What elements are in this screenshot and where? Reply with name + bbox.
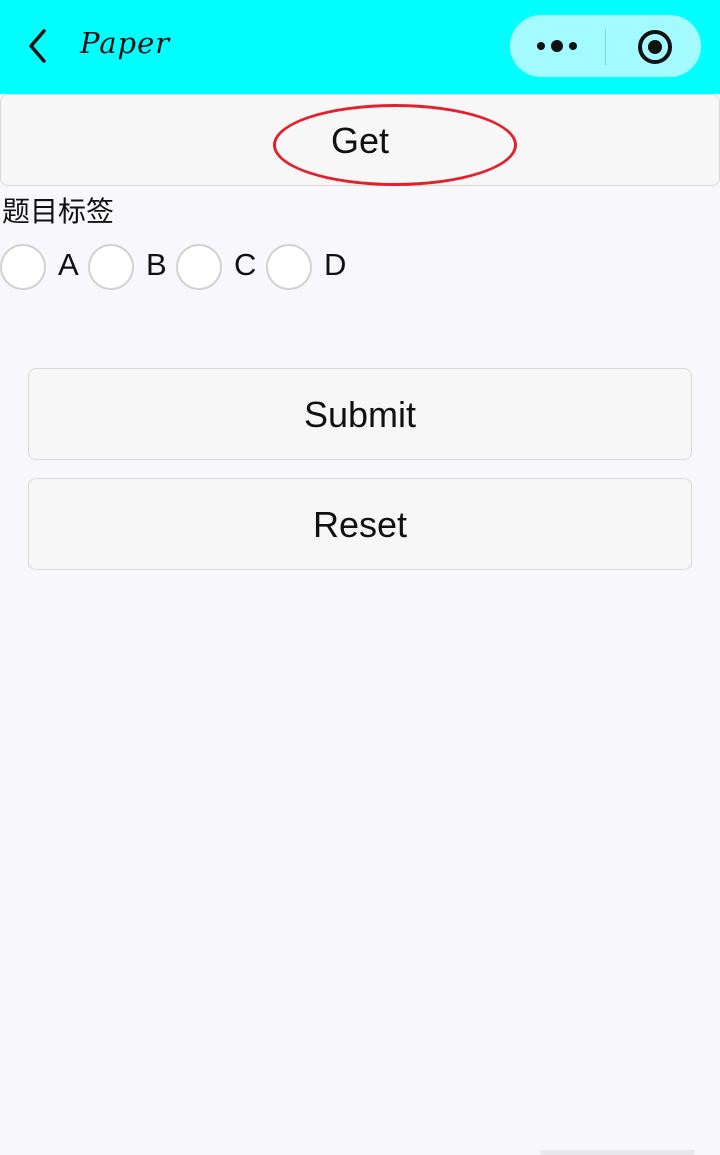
menu-capsule bbox=[510, 15, 701, 77]
navigation-bar: Paper bbox=[0, 0, 720, 94]
radio-label: D bbox=[324, 247, 347, 282]
reset-button[interactable]: Reset bbox=[28, 478, 692, 570]
home-indicator bbox=[540, 1150, 695, 1155]
radio-label: B bbox=[146, 247, 167, 282]
radio-circle[interactable] bbox=[266, 244, 312, 290]
radio-circle[interactable] bbox=[88, 244, 134, 290]
radio-circle[interactable] bbox=[176, 244, 222, 290]
close-target-icon bbox=[638, 30, 672, 64]
radio-label: C bbox=[234, 247, 257, 282]
radio-label: A bbox=[58, 247, 79, 282]
more-dots-icon bbox=[537, 40, 577, 52]
submit-button[interactable]: Submit bbox=[28, 368, 692, 460]
more-button[interactable] bbox=[510, 15, 605, 77]
close-button[interactable] bbox=[606, 15, 701, 77]
back-button[interactable] bbox=[22, 26, 58, 66]
page-title: Paper bbox=[80, 26, 171, 60]
radio-circle[interactable] bbox=[0, 244, 46, 290]
back-arrow-icon bbox=[29, 29, 46, 63]
question-tag-label: 题目标签 bbox=[2, 195, 115, 228]
get-button[interactable]: Get bbox=[0, 94, 720, 186]
